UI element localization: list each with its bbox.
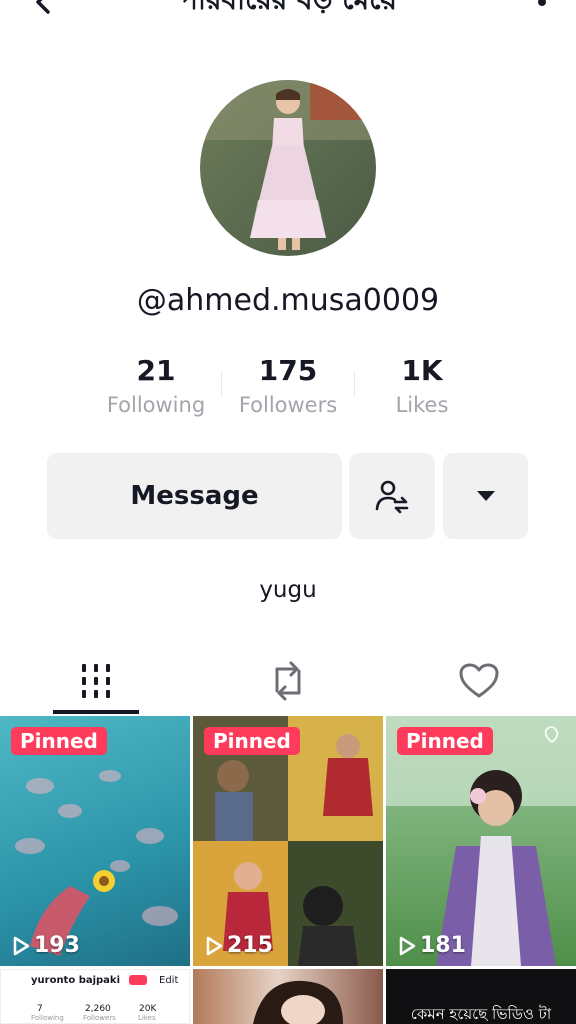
video-thumbnail[interactable]: Pinned 215 [193, 716, 383, 966]
add-friend-icon [375, 480, 409, 514]
stat-label: Followers [238, 393, 338, 417]
video-thumbnail[interactable]: Pinned 181 [386, 716, 576, 966]
caret-down-icon [476, 491, 495, 501]
video-thumbnail[interactable] [193, 969, 383, 1024]
view-count: 193 [12, 933, 80, 958]
bio: yugu [259, 577, 317, 603]
stat-value: 175 [258, 354, 318, 387]
repost-icon [275, 661, 301, 701]
view-count: 215 [205, 933, 273, 958]
stat-value: 21 [136, 354, 176, 387]
thumb-stat: 2,260 [85, 1004, 111, 1014]
thumb-stat-label: Likes [138, 1014, 156, 1022]
thumb-stat: 20K [139, 1004, 157, 1014]
tab-indicator [53, 710, 139, 714]
tab-videos[interactable] [53, 648, 139, 714]
play-icon [399, 936, 416, 955]
view-count: 181 [398, 933, 466, 958]
friend-button[interactable] [349, 453, 435, 539]
thumb-badge [129, 975, 147, 985]
stat-followers[interactable]: 175 Followers [213, 353, 363, 417]
stat-label: Following [106, 393, 206, 417]
message-label: Message [130, 481, 259, 511]
video-thumbnail[interactable]: yuronto bajpaki Edit 7 Following 2,260 F… [0, 969, 190, 1024]
tab-reposts[interactable] [245, 648, 331, 714]
thumb-stat: 7 [37, 1004, 43, 1014]
thumb-stat-label: Followers [83, 1014, 116, 1022]
thumb-stat-label: Following [31, 1014, 64, 1022]
play-icon [206, 936, 223, 955]
view-count-value: 181 [420, 933, 466, 958]
thumb-edit: Edit [159, 975, 179, 986]
video-thumbnail[interactable]: কেমন হয়েছে ভিডিও টা [386, 969, 576, 1024]
top-bar: পরিবারের বড় মেয়ে [0, 0, 576, 30]
view-count-value: 193 [34, 933, 80, 958]
avatar[interactable] [200, 80, 376, 256]
stat-value: 1K [401, 354, 443, 387]
message-button[interactable]: Message [47, 453, 342, 539]
pinned-badge: Pinned [397, 727, 493, 755]
play-icon [13, 936, 30, 955]
thumb-profile-name: yuronto bajpaki [31, 975, 121, 986]
stat-likes[interactable]: 1K Likes [347, 353, 497, 417]
pinned-badge: Pinned [11, 727, 107, 755]
page-title: পরিবারের বড় মেয়ে [0, 0, 576, 25]
heart-icon [459, 663, 499, 698]
stat-following[interactable]: 21 Following [81, 353, 231, 417]
video-thumbnail[interactable]: Pinned 193 [0, 716, 190, 966]
grid-icon [82, 664, 110, 698]
stat-label: Likes [395, 393, 449, 417]
username: @ahmed.musa0009 [136, 283, 440, 318]
tab-liked[interactable] [436, 648, 522, 714]
pinned-badge: Pinned [204, 727, 300, 755]
view-count-value: 215 [227, 933, 273, 958]
thumb-caption: কেমন হয়েছে ভিডিও টা [410, 1005, 552, 1023]
dropdown-button[interactable] [443, 453, 528, 539]
